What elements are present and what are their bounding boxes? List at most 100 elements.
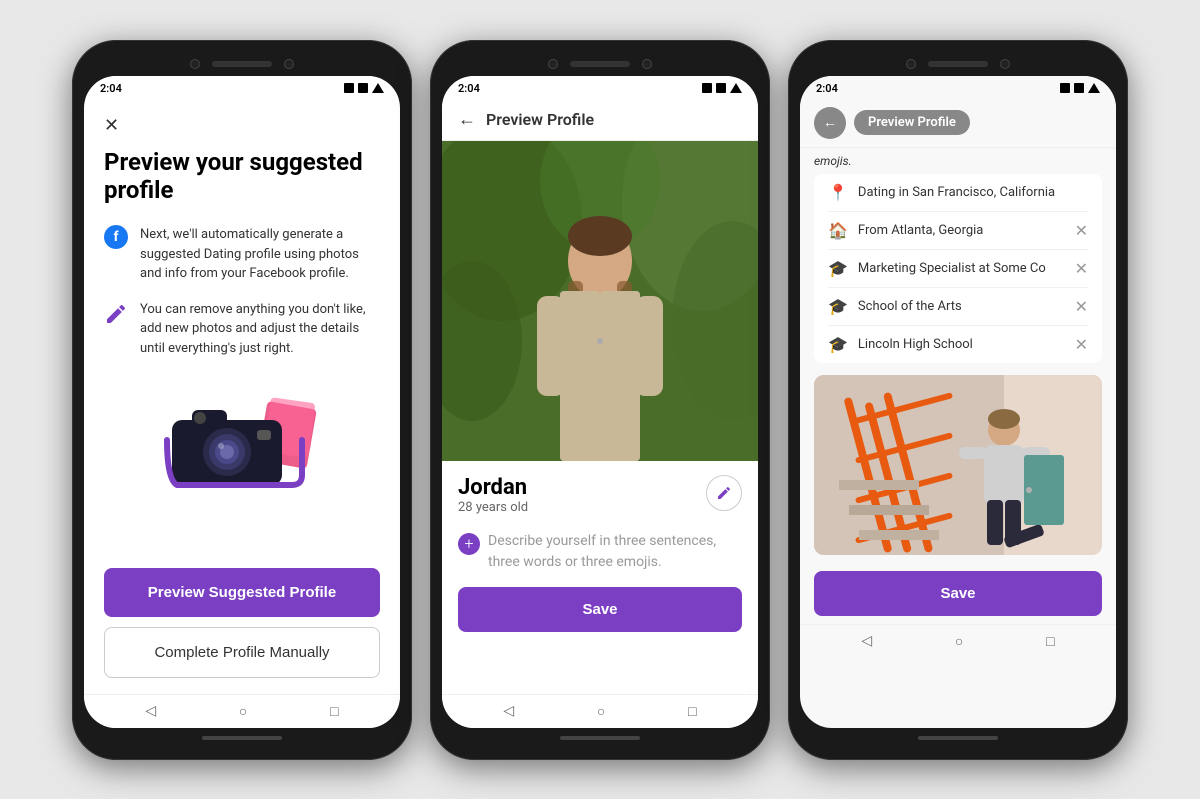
page-title-1: Preview your suggested profile <box>104 148 380 206</box>
pencil-icon <box>104 302 128 326</box>
profile-age: 28 years old <box>458 500 528 515</box>
battery-icon-3 <box>1060 83 1070 93</box>
phone-bottom-bar-2 <box>442 728 758 748</box>
home-bar-2 <box>560 736 640 740</box>
home-nav-1[interactable]: ○ <box>239 703 247 720</box>
back-nav-2[interactable]: ◁ <box>503 703 514 719</box>
phone-2: 2:04 ← Preview Profile <box>430 40 770 760</box>
close-button[interactable]: ✕ <box>104 115 380 136</box>
status-icons-2 <box>702 83 742 93</box>
signal-icon-2 <box>730 83 742 93</box>
feature-item-2: You can remove anything you don't like, … <box>104 300 380 359</box>
info-left-job: 🎓 Marketing Specialist at Some Co <box>828 259 1046 278</box>
remove-school2-button[interactable]: ✕ <box>1075 335 1088 354</box>
wifi-icon-3 <box>1074 83 1084 93</box>
screen2-header: ← Preview Profile <box>442 99 758 141</box>
sensor-3 <box>1000 59 1010 69</box>
add-bio-icon: + <box>458 533 480 555</box>
home-nav-3[interactable]: ○ <box>955 633 963 650</box>
back-nav-3[interactable]: ◁ <box>861 633 872 649</box>
phone-screen-1: 2:04 ✕ Preview your suggested profile f … <box>84 76 400 728</box>
feature-text-2: You can remove anything you don't like, … <box>140 300 380 359</box>
school1-icon: 🎓 <box>828 297 848 316</box>
recents-nav-1[interactable]: □ <box>330 703 338 720</box>
front-camera-3 <box>906 59 916 69</box>
front-camera-1 <box>190 59 200 69</box>
feature-item-1: f Next, we'll automatically generate a s… <box>104 225 380 284</box>
status-bar-2: 2:04 <box>442 76 758 99</box>
info-school1: School of the Arts <box>858 299 962 314</box>
feature-text-1: Next, we'll automatically generate a sug… <box>140 225 380 284</box>
status-icons-1 <box>344 83 384 93</box>
phone-top-bar-3 <box>800 52 1116 76</box>
info-row-location: 📍 Dating in San Francisco, California <box>828 174 1088 212</box>
phone-1: 2:04 ✕ Preview your suggested profile f … <box>72 40 412 760</box>
info-school2: Lincoln High School <box>858 337 973 352</box>
speaker-3 <box>928 61 988 67</box>
bio-text: Describe yourself in three sentences, th… <box>488 531 742 573</box>
complete-profile-manually-button[interactable]: Complete Profile Manually <box>104 627 380 678</box>
info-row-home: 🏠 From Atlanta, Georgia ✕ <box>828 212 1088 250</box>
preview-profile-badge: Preview Profile <box>854 110 970 135</box>
school2-icon: 🎓 <box>828 335 848 354</box>
android-nav-1: ◁ ○ □ <box>84 694 400 728</box>
profile-name-row: Jordan 28 years old <box>458 475 742 527</box>
sensor-1 <box>284 59 294 69</box>
home-icon: 🏠 <box>828 221 848 240</box>
info-left-location: 📍 Dating in San Francisco, California <box>828 183 1055 202</box>
profile-photo-3 <box>814 375 1102 555</box>
speaker-1 <box>212 61 272 67</box>
info-job: Marketing Specialist at Some Co <box>858 261 1046 276</box>
back-nav-1[interactable]: ◁ <box>145 703 156 719</box>
phone-screen-2: 2:04 ← Preview Profile <box>442 76 758 728</box>
phone-bottom-bar-3 <box>800 728 1116 748</box>
phone-bottom-bar-1 <box>84 728 400 748</box>
info-row-job: 🎓 Marketing Specialist at Some Co ✕ <box>828 250 1088 288</box>
status-time-3: 2:04 <box>816 82 838 95</box>
status-icons-3 <box>1060 83 1100 93</box>
info-dating-location: Dating in San Francisco, California <box>858 185 1055 200</box>
remove-home-button[interactable]: ✕ <box>1075 221 1088 240</box>
status-bar-3: 2:04 <box>800 76 1116 99</box>
screen3-header: ← Preview Profile <box>800 99 1116 148</box>
info-left-home: 🏠 From Atlanta, Georgia <box>828 221 983 240</box>
remove-school1-button[interactable]: ✕ <box>1075 297 1088 316</box>
wifi-icon-2 <box>716 83 726 93</box>
edit-profile-button[interactable] <box>706 475 742 511</box>
front-camera-2 <box>548 59 558 69</box>
preview-suggested-profile-button[interactable]: Preview Suggested Profile <box>104 568 380 617</box>
home-bar-3 <box>918 736 998 740</box>
phone-screen-3: 2:04 ← Preview Profile emojis. 📍 Dating … <box>800 76 1116 728</box>
recents-nav-3[interactable]: □ <box>1046 633 1054 650</box>
profile-name: Jordan <box>458 475 528 500</box>
android-nav-2: ◁ ○ □ <box>442 694 758 728</box>
screen1-content: ✕ Preview your suggested profile f Next,… <box>84 99 400 694</box>
info-left-school2: 🎓 Lincoln High School <box>828 335 973 354</box>
recents-nav-2[interactable]: □ <box>688 703 696 720</box>
phone-top-bar-2 <box>442 52 758 76</box>
phone-top-bar-1 <box>84 52 400 76</box>
signal-icon-1 <box>372 83 384 93</box>
sensor-2 <box>642 59 652 69</box>
status-bar-1: 2:04 <box>84 76 400 99</box>
info-row-school2: 🎓 Lincoln High School ✕ <box>828 326 1088 363</box>
info-left-school1: 🎓 School of the Arts <box>828 297 962 316</box>
wifi-icon-1 <box>358 83 368 93</box>
home-bar-1 <box>202 736 282 740</box>
back-circle-3[interactable]: ← <box>814 107 846 139</box>
profile-info-list: 📍 Dating in San Francisco, California 🏠 … <box>814 174 1102 363</box>
back-arrow-2[interactable]: ← <box>458 109 476 130</box>
save-button-2[interactable]: Save <box>458 587 742 632</box>
android-nav-3: ◁ ○ □ <box>800 624 1116 658</box>
save-button-3[interactable]: Save <box>814 571 1102 616</box>
bio-placeholder[interactable]: + Describe yourself in three sentences, … <box>458 531 742 573</box>
profile-photo-2 <box>442 141 758 461</box>
emojis-overflow-text: emojis. <box>800 148 1116 170</box>
remove-job-button[interactable]: ✕ <box>1075 259 1088 278</box>
info-from-city: From Atlanta, Georgia <box>858 223 983 238</box>
status-time-2: 2:04 <box>458 82 480 95</box>
battery-icon-2 <box>702 83 712 93</box>
profile-name-group: Jordan 28 years old <box>458 475 528 527</box>
home-nav-2[interactable]: ○ <box>597 703 605 720</box>
location-icon: 📍 <box>828 183 848 202</box>
